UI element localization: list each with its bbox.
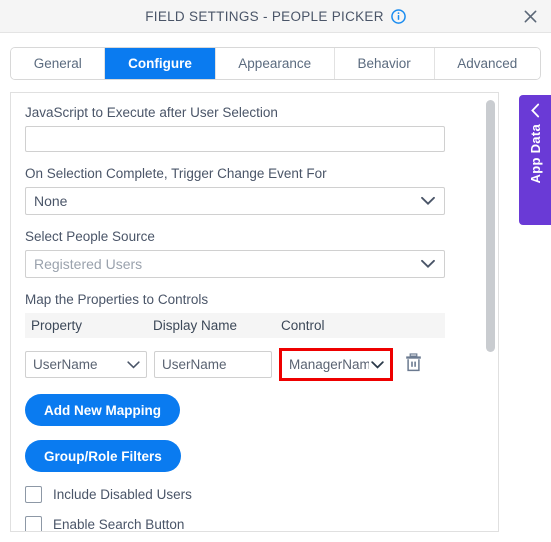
trigger-change-select[interactable]: None: [25, 187, 445, 215]
info-circle-icon[interactable]: [390, 8, 406, 24]
include-disabled-users-label: Include Disabled Users: [53, 487, 192, 502]
chevron-left-icon: [530, 103, 541, 118]
tab-configure-label: Configure: [128, 56, 192, 71]
mapping-table-header: Property Display Name Control: [25, 313, 445, 338]
column-header-property: Property: [31, 318, 83, 333]
scrollbar-thumb[interactable]: [486, 100, 495, 352]
delete-mapping-button[interactable]: [401, 352, 425, 378]
people-source-label: Select People Source: [25, 229, 155, 244]
control-select-value: ManagerName: [289, 357, 379, 372]
tab-advanced-label: Advanced: [457, 56, 518, 71]
app-data-panel-toggle[interactable]: App Data: [519, 95, 551, 225]
trigger-change-value: None: [34, 193, 68, 209]
table-row: UserName ManagerName: [25, 348, 484, 381]
enable-search-button-label: Enable Search Button: [53, 517, 185, 532]
tab-appearance-label: Appearance: [238, 56, 312, 71]
tab-behavior[interactable]: Behavior: [334, 48, 435, 79]
chevron-down-icon: [369, 360, 384, 369]
people-source-value: Registered Users: [34, 256, 143, 272]
column-header-control: Control: [281, 318, 325, 333]
tab-bar-wrapper: General Configure Appearance Behavior Ad…: [0, 33, 551, 80]
include-disabled-users-row: Include Disabled Users: [25, 486, 484, 503]
column-header-display-name: Display Name: [153, 318, 238, 333]
configure-panel-content: JavaScript to Execute after User Selecti…: [11, 93, 498, 532]
chevron-down-icon: [421, 259, 435, 269]
page-title: FIELD SETTINGS - PEOPLE PICKER: [145, 8, 384, 24]
mapping-label: Map the Properties to Controls: [25, 292, 209, 307]
javascript-label: JavaScript to Execute after User Selecti…: [25, 105, 278, 120]
tab-appearance[interactable]: Appearance: [215, 48, 335, 79]
settings-tab-bar: General Configure Appearance Behavior Ad…: [10, 47, 541, 80]
property-select-value: UserName: [33, 357, 98, 372]
chevron-down-icon: [421, 196, 435, 206]
chevron-down-icon: [125, 360, 140, 369]
trigger-change-label: On Selection Complete, Trigger Change Ev…: [25, 166, 327, 181]
tab-general[interactable]: General: [11, 48, 106, 79]
control-select[interactable]: ManagerName: [282, 351, 390, 378]
app-data-label: App Data: [527, 124, 543, 184]
configure-panel: JavaScript to Execute after User Selecti…: [10, 92, 499, 532]
tab-configure[interactable]: Configure: [105, 48, 216, 79]
enable-search-button-checkbox[interactable]: [25, 516, 42, 531]
dialog-title-bar: FIELD SETTINGS - PEOPLE PICKER: [0, 0, 551, 33]
display-name-input[interactable]: [154, 351, 272, 378]
tab-general-label: General: [33, 56, 82, 71]
property-select[interactable]: UserName: [25, 351, 147, 378]
tab-behavior-label: Behavior: [357, 56, 411, 71]
include-disabled-users-checkbox[interactable]: [25, 486, 42, 503]
trash-icon: [405, 352, 422, 377]
close-button[interactable]: [519, 5, 541, 27]
panel-scrollbar[interactable]: [486, 95, 495, 531]
add-new-mapping-button[interactable]: Add New Mapping: [25, 394, 180, 426]
group-role-filters-button[interactable]: Group/Role Filters: [25, 440, 181, 472]
tab-advanced[interactable]: Advanced: [434, 48, 540, 79]
enable-search-button-row: Enable Search Button: [25, 516, 484, 532]
people-source-select[interactable]: Registered Users: [25, 250, 445, 278]
javascript-input[interactable]: [25, 126, 445, 152]
control-select-highlight: ManagerName: [279, 348, 393, 381]
